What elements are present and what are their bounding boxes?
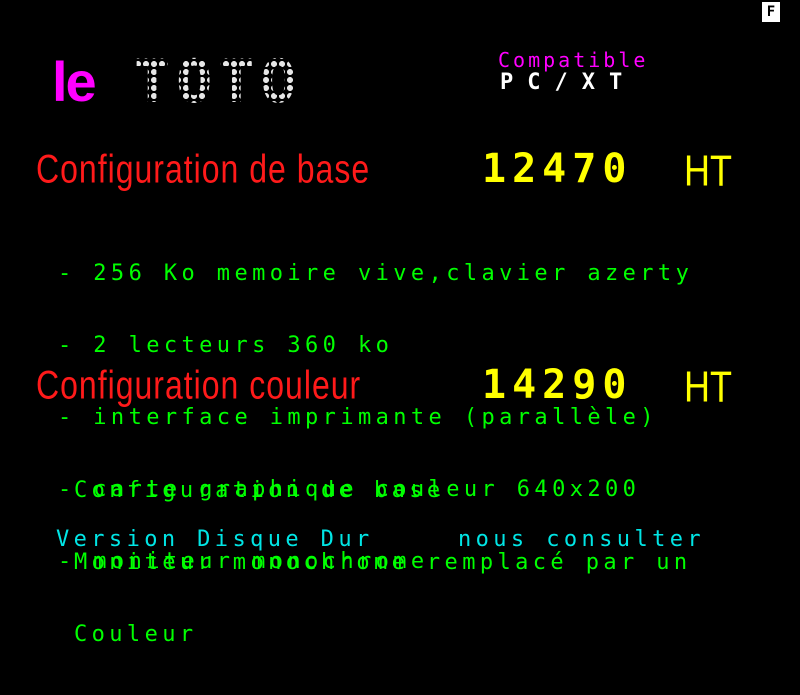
hard-disk-version-label: Version Disque Dur [56, 527, 374, 552]
color-config-price: 14290 [482, 362, 633, 408]
detail-item: Couleur [74, 622, 198, 647]
feature-item: - 256 Ko memoire vive,clavier azerty [58, 261, 694, 286]
base-config-price: 12470 [482, 146, 633, 192]
logo-name: TOTO [134, 47, 303, 117]
detail-item: Configuration de base [74, 478, 445, 503]
color-config-title: Configuration couleur [36, 362, 362, 407]
mode-indicator: F [762, 2, 780, 22]
logo-prefix: le [52, 50, 97, 113]
base-config-title: Configuration de base [36, 146, 371, 191]
feature-item: - 2 lecteurs 360 ko [58, 333, 394, 358]
pcxt-label: PC/XT [500, 70, 637, 95]
color-config-unit: HT [684, 362, 732, 412]
compatible-label: Compatible [498, 48, 649, 72]
contact-us-label: nous consulter [458, 527, 706, 552]
base-config-unit: HT [684, 146, 732, 196]
feature-item: - interface imprimante (parallèle) [58, 405, 658, 430]
color-details-list: Configuration de base Moniteur monochrom… [74, 431, 692, 695]
detail-item: Moniteur monochrome remplacé par un [74, 550, 692, 575]
minitel-screen: F le TOTO Compatible PC/XT Configuration… [16, 0, 784, 647]
